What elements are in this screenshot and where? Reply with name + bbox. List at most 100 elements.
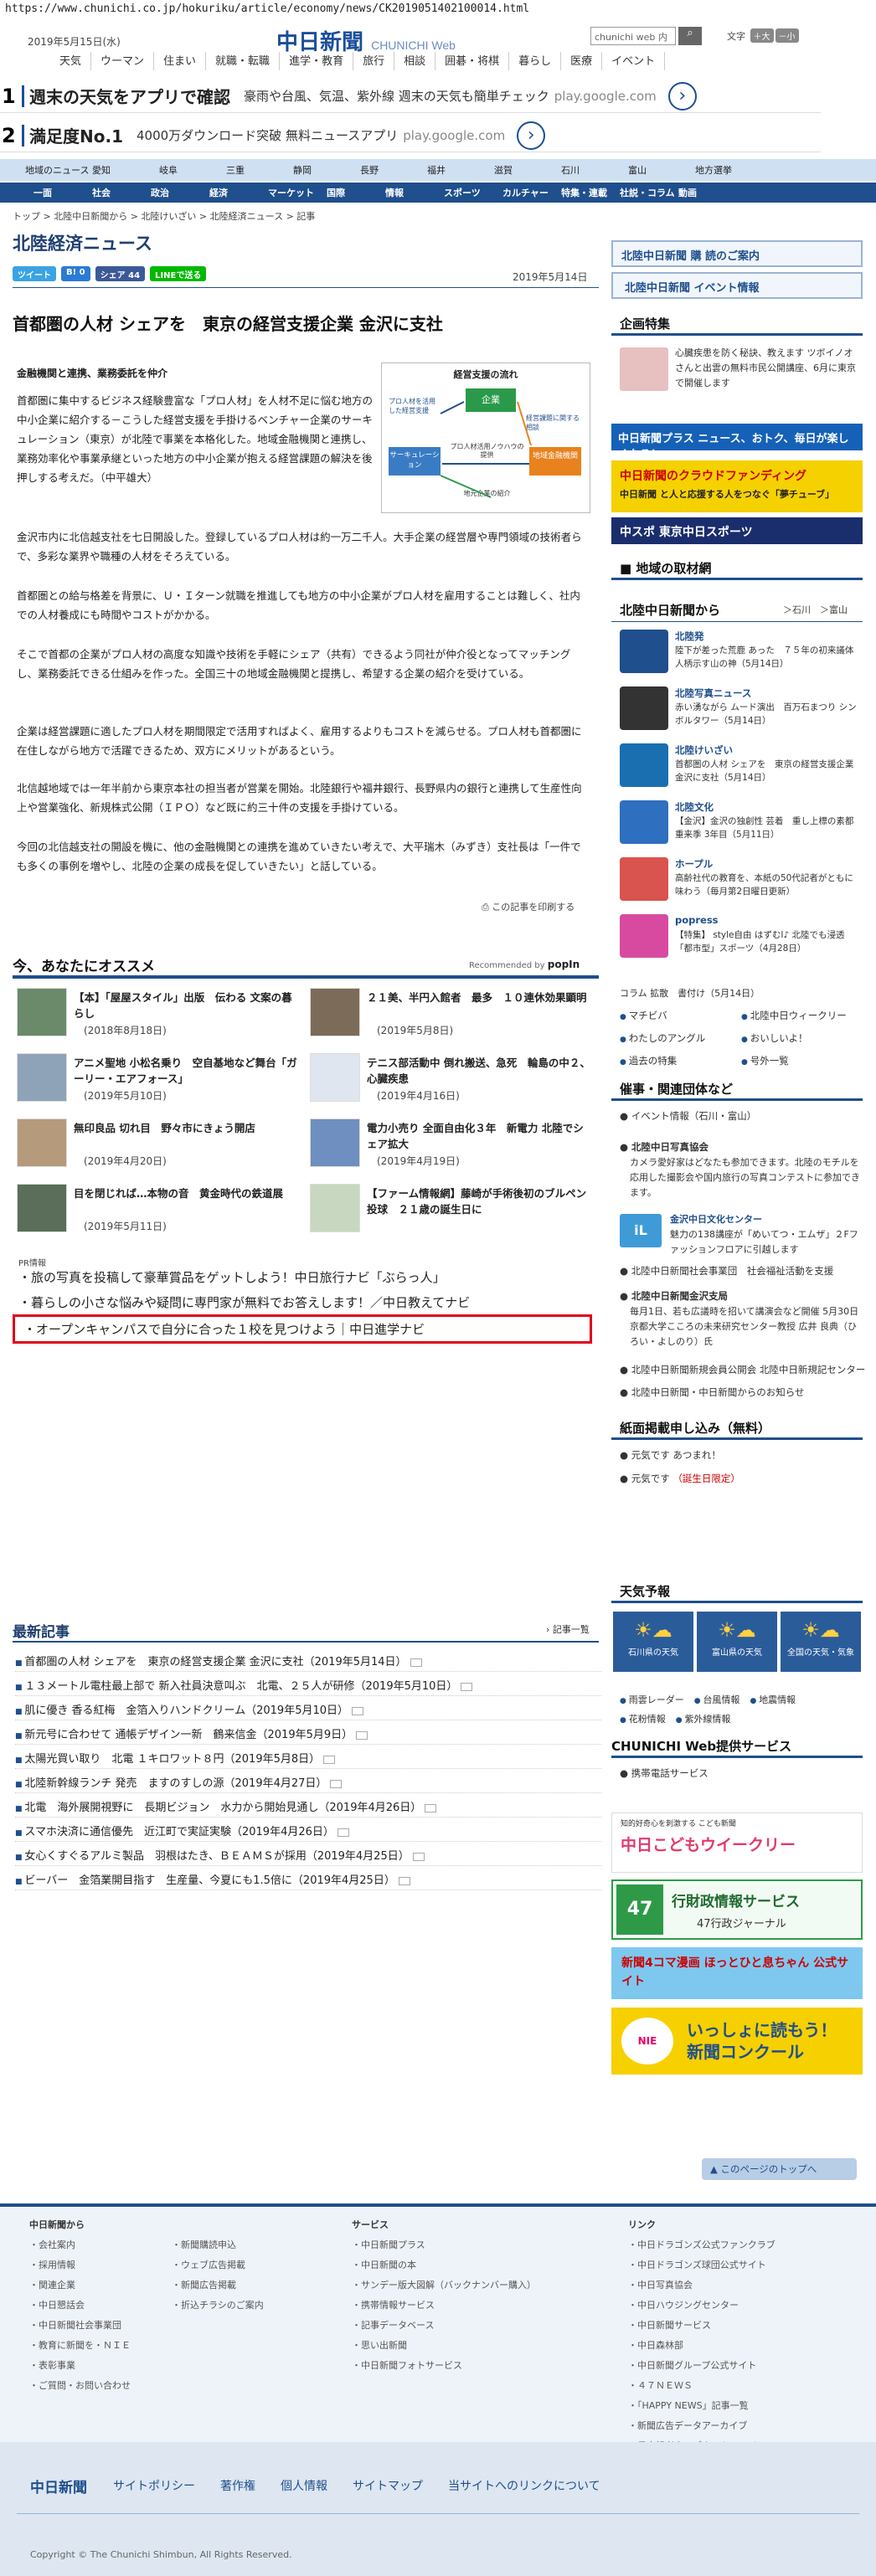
footer-link[interactable]: ・中日懇話会 <box>29 2296 155 2316</box>
news-list-item[interactable]: ■ スマホ決済に通信優先 近江町で実証実験（2019年4月26日） <box>15 1818 601 1842</box>
category-nav-item[interactable]: 情報 <box>385 186 444 199</box>
kikaku-text[interactable]: 心臓疾患を防く秘訣、教えます ツボイノオさんと出雲の無料市民公開講座、6月に東京… <box>675 346 859 391</box>
facebook-share-button[interactable]: シェア 44 <box>95 266 146 281</box>
breadcrumb[interactable]: トップ > 北陸中日新聞から > 北陸けいざい > 北陸経済ニュース > 記事 <box>13 209 315 223</box>
top-nav-item[interactable]: 天気 <box>50 52 92 70</box>
top-nav-item[interactable]: イベント <box>602 52 666 70</box>
region-nav-item[interactable]: 富山 <box>628 163 695 177</box>
footer-link[interactable]: ・中日ドラゴンズ球団公式サイト <box>628 2255 846 2275</box>
weather-link[interactable]: ● 花粉情報 <box>620 1710 666 1730</box>
footer-link[interactable]: ・記事データベース <box>352 2316 569 2336</box>
pr-link[interactable]: ・暮らしの小さな悩みや疑問に専門家が無料でお答えします！／中日教えてナビ <box>18 1293 470 1311</box>
news-list-item[interactable]: ■ 新元号に合わせて 通帳デザイン一新 鶴来信金（2019年5月9日） <box>15 1720 601 1745</box>
category-nav-item[interactable]: 国際 <box>327 186 385 199</box>
news-list-item[interactable]: ■ 太陽光買い取り 北電 １キロワット８円（2019年5月8日） <box>15 1745 601 1769</box>
region-nav-item[interactable]: 地域のニュース <box>25 163 92 177</box>
weather-link[interactable]: ● 台風情報 <box>694 1691 740 1710</box>
footer-link[interactable]: ・教育に新聞を・ＮＩＥ <box>29 2336 155 2356</box>
recommend-item[interactable]: ２１美、半円入館者 最多 １０連休効果顕明 (2019年5月8日) <box>310 988 595 1041</box>
line-share-button[interactable]: LINEで送る <box>150 266 207 281</box>
section-badge-icon[interactable] <box>620 743 668 787</box>
side-link[interactable]: ● わたしのアングル <box>620 1031 705 1045</box>
region-nav-item[interactable]: 地方選挙 <box>695 163 762 177</box>
pr-link[interactable]: ・旅の写真を投稿して豪華賞品をゲットしよう！中日旅行ナビ「ぶらっ人」 <box>18 1268 446 1286</box>
top-nav-item[interactable]: 旅行 <box>353 52 395 70</box>
weather-link[interactable]: ● 雨雲レーダー <box>620 1691 684 1710</box>
footer-link[interactable]: ・会社案内 <box>29 2235 155 2255</box>
hatena-button[interactable]: B! 0 <box>61 266 90 281</box>
news-list-item[interactable]: ■ 北陸新幹線ランチ 発売 ますのすしの源（2019年4月27日） <box>15 1769 601 1793</box>
footer-logo[interactable]: 中日新聞 <box>30 2476 87 2496</box>
kanazawa-branch-link[interactable]: ● 北陸中日新聞金沢支局 <box>620 1289 728 1303</box>
print-link[interactable]: ⎙ この記事を印刷する <box>482 900 575 913</box>
side-link[interactable]: ● 号外一覧 <box>741 1054 789 1067</box>
region-nav-item[interactable]: 滋賀 <box>494 163 561 177</box>
news-list-item[interactable]: ■ ビーバー 金箔業開目指す 生産量、今夏にも1.5倍に（2019年4月25日） <box>15 1866 601 1890</box>
region-nav-item[interactable]: 岐阜 <box>159 163 226 177</box>
event-banner[interactable]: 北陸中日新聞 イベント情報 <box>611 272 863 299</box>
social-welfare-link[interactable]: ● 北陸中日新聞社会事業団 社会福祉活動を支援 <box>620 1264 833 1278</box>
recommend-item[interactable]: 電力小売り 全面自由化３年 新電力 北陸でシェア拡大 (2019年4月19日) <box>310 1118 595 1172</box>
footer-link[interactable]: ・新聞広告データアーカイブ <box>628 2416 846 2436</box>
chusupo-banner[interactable]: 中スポ 東京中日スポーツ <box>611 517 863 544</box>
tweet-button[interactable]: ツイート <box>13 266 56 281</box>
category-nav-item[interactable]: 特集・連載 <box>561 186 620 199</box>
recommend-item[interactable]: テニス部活動中 倒れ搬送、急死 輪島の中２、心臓疾患 (2019年4月16日) <box>310 1053 595 1107</box>
koremon-link[interactable]: ● 北陸中日新聞新規会員公開会 北陸中日新規記センター <box>620 1363 865 1376</box>
footer-link[interactable]: ・ご質問・お問い合わせ <box>29 2376 155 2396</box>
footer-link[interactable]: ・新聞広告掲載 <box>172 2275 306 2296</box>
footer-bar-link[interactable]: 当サイトへのリンクについて <box>448 2477 600 2494</box>
weather-link[interactable]: ● 紫外線情報 <box>676 1710 731 1730</box>
side-link[interactable]: ● おいしいよ！ <box>741 1031 808 1045</box>
gyozai-banner[interactable]: 47 行財政情報サービス 47行政ジャーナル <box>611 1879 863 1940</box>
search-button[interactable]: ⌕ <box>678 27 702 45</box>
section-badge-icon[interactable] <box>620 800 668 844</box>
footer-link[interactable]: ・中日ハウジングセンター <box>628 2296 846 2316</box>
top-nav-item[interactable]: 医療 <box>561 52 603 70</box>
manga-banner[interactable]: 新聞4コマ漫画 ほっとひと息ちゃん 公式サイト <box>611 1947 863 1999</box>
footer-link[interactable]: ・中日写真協会 <box>628 2275 846 2296</box>
recommend-item[interactable]: 無印良品 切れ目 野々市にきょう開店 (2019年4月20日) <box>17 1118 301 1172</box>
news-list-item[interactable]: ■ 女心くすぐるアルミ製品 羽根はたき、ＢＥＡＭＳが採用（2019年4月25日） <box>15 1842 601 1866</box>
contest-banner[interactable]: NIE いっしょに読もう！ 新聞コンクール <box>611 2008 863 2075</box>
mobile-service-link[interactable]: ● 携帯電話サービス <box>620 1766 709 1780</box>
recommend-item[interactable]: 【本】「屋屋スタイル」出版 伝わる 文案の暮らし (2018年8月18日) <box>17 988 301 1041</box>
to-top-button[interactable]: ▲ このページのトップへ <box>702 2158 857 2180</box>
weather-link[interactable]: ● 地震情報 <box>750 1691 796 1710</box>
weather-card[interactable]: ☀☁ 富山県の天気 <box>697 1612 777 1672</box>
footer-link[interactable]: ・中日新聞フォトサービス <box>352 2356 569 2376</box>
footer-bar-link[interactable]: サイトポリシー <box>113 2477 195 2494</box>
column-link[interactable]: コラム 拡散 書付け（5月14日） <box>620 986 760 1000</box>
weather-card[interactable]: ☀☁ 石川県の天気 <box>613 1612 693 1672</box>
oshirase-link[interactable]: ● 北陸中日新聞・中日新聞からのお知らせ <box>620 1386 804 1399</box>
ad-row-2[interactable]: 2 満足度No.1 4000万ダウンロード突破 無料ニュースアプリ play.g… <box>0 119 821 152</box>
news-list-item[interactable]: ■ 北電 海外展開視野に 長期ビジョン 水力から開始見通し（2019年4月26日… <box>15 1793 601 1818</box>
footer-link[interactable]: ・思い出新聞 <box>352 2336 569 2356</box>
paper-link-a[interactable]: ● 元気です あつまれ！ <box>620 1448 721 1462</box>
recommend-item[interactable]: アニメ聖地 小松名乗り 空自基地など舞台「ガーリー・エアフォース」 (2019年5… <box>17 1053 301 1107</box>
font-large-button[interactable]: ＋大 <box>750 28 774 43</box>
footer-link[interactable]: ・中日新聞の本 <box>352 2255 569 2275</box>
footer-bar-link[interactable]: 個人情報 <box>281 2477 327 2494</box>
section-text[interactable]: 【特集】 style自由 はずむI♪ 北陸でも浸透「都市型」スポーツ（4月28日… <box>675 928 859 955</box>
footer-link[interactable]: ・中日新聞グループ公式サイト <box>628 2356 846 2376</box>
category-nav-item[interactable]: 動画 <box>678 186 737 199</box>
footer-link[interactable]: ・４７ＮＥＷＳ <box>628 2376 846 2396</box>
category-nav-item[interactable]: 一面 <box>33 186 92 199</box>
news-list-item[interactable]: ■ 首都圏の人材 シェアを 東京の経営支援企業 金沢に支社（2019年5月14日… <box>15 1648 601 1672</box>
top-nav-item[interactable]: 囲碁・将棋 <box>435 52 510 70</box>
chevron-right-icon[interactable]: › <box>517 121 546 150</box>
section-badge-icon[interactable] <box>620 914 668 958</box>
kodomo-weekly-banner[interactable]: 知的好奇心を刺激する こども新聞 中日こどもウイークリー <box>611 1812 863 1873</box>
latest-more-link[interactable]: › 記事一覧 <box>546 1622 590 1636</box>
weather-card[interactable]: ☀☁ 全国の天気・気象 <box>781 1612 861 1672</box>
section-tag[interactable]: 北陸写真ニュース <box>675 686 751 700</box>
category-nav-item[interactable]: カルチャー <box>502 186 561 199</box>
footer-link[interactable]: ・ウェブ広告掲載 <box>172 2255 306 2275</box>
address-bar[interactable]: https://www.chunichi.co.jp/hokuriku/arti… <box>0 0 876 18</box>
top-nav-item[interactable]: 進学・教育 <box>280 52 354 70</box>
footer-link[interactable]: ・中日新聞プラス <box>352 2235 569 2255</box>
section-badge-icon[interactable] <box>620 686 668 730</box>
region-nav-item[interactable]: 静岡 <box>293 163 360 177</box>
side-link[interactable]: ● 北陸中日ウィークリー <box>741 1009 847 1022</box>
